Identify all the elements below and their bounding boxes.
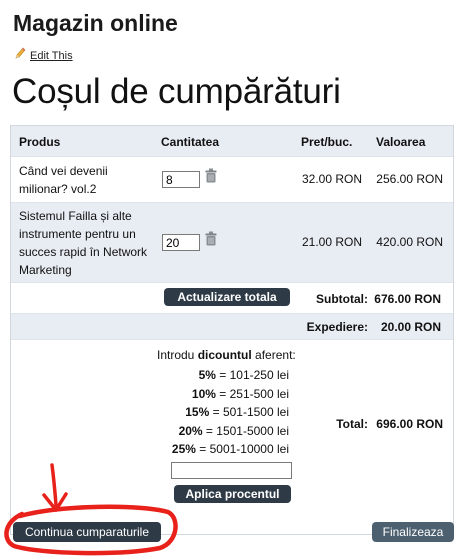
cart-table: Produs Cantitatea Pret/buc. Valoarea Cân… bbox=[10, 125, 454, 535]
discount-tier: 5% = 101-250 lei bbox=[172, 366, 289, 385]
edit-row: Edit This bbox=[14, 47, 73, 65]
discount-intro: Introdu dicountul aferent: bbox=[157, 348, 296, 362]
continue-shopping-button[interactable]: Continua cumparaturile bbox=[13, 522, 161, 542]
shipping-label: Expediere: bbox=[306, 320, 368, 334]
column-header-unit-price: Pret/buc. bbox=[301, 135, 353, 149]
discount-tier-pct: 15% bbox=[185, 405, 210, 419]
discount-tier: 15% = 501-1500 lei bbox=[172, 403, 289, 422]
line-value: 256.00 RON bbox=[376, 172, 443, 186]
cart-item-row: Sistemul Failla și alte instrumente pent… bbox=[11, 202, 453, 282]
subtotal-label: Subtotal: bbox=[316, 292, 368, 306]
discount-tier-range: = 5001-10000 lei bbox=[195, 442, 289, 456]
update-total-button[interactable]: Actualizare totala bbox=[164, 288, 290, 306]
cart-item-row: Când vei devenii milionar? vol.2 32.00 R… bbox=[11, 156, 453, 202]
edit-this-link[interactable]: Edit This bbox=[30, 50, 73, 62]
discount-intro-text: aferent: bbox=[251, 348, 296, 362]
product-name-line: succes rapid în Network bbox=[19, 245, 148, 259]
trash-icon[interactable] bbox=[205, 231, 217, 246]
subtotal-value: 676.00 RON bbox=[374, 292, 441, 306]
product-name-line: instrumente pentru un bbox=[19, 227, 136, 241]
product-name-line: Când vei devenii bbox=[19, 164, 108, 178]
quantity-input[interactable] bbox=[162, 171, 200, 188]
column-header-quantity: Cantitatea bbox=[161, 135, 220, 149]
total-label: Total: bbox=[336, 417, 368, 431]
discount-tier-range: = 501-1500 lei bbox=[209, 405, 289, 419]
discount-tier-pct: 5% bbox=[198, 368, 216, 382]
site-title: Magazin online bbox=[13, 10, 178, 36]
pencil-icon bbox=[14, 47, 26, 65]
discount-tier: 20% = 1501-5000 lei bbox=[172, 422, 289, 441]
shipping-value: 20.00 RON bbox=[380, 320, 441, 334]
discount-code-input[interactable] bbox=[171, 462, 292, 479]
unit-price: 21.00 RON bbox=[301, 235, 362, 249]
total-value: 696.00 RON bbox=[376, 417, 443, 431]
product-name: Când vei devenii milionar? vol.2 bbox=[19, 162, 108, 198]
column-header-product: Produs bbox=[19, 135, 61, 149]
unit-price: 32.00 RON bbox=[301, 172, 362, 186]
discount-tiers: 5% = 101-250 lei 10% = 251-500 lei 15% =… bbox=[172, 366, 289, 459]
discount-intro-bold: dicountul bbox=[197, 348, 252, 362]
shipping-row: Expediere: 20.00 RON bbox=[11, 313, 453, 339]
discount-tier: 10% = 251-500 lei bbox=[172, 385, 289, 404]
discount-tier-range: = 101-250 lei bbox=[215, 368, 289, 382]
product-name: Sistemul Failla și alte instrumente pent… bbox=[19, 207, 147, 279]
discount-tier-range: = 251-500 lei bbox=[215, 386, 289, 401]
page-title: Coșul de cumpărături bbox=[12, 72, 341, 111]
product-name-line: Sistemul Failla și alte bbox=[19, 209, 132, 223]
discount-total-row: Introdu dicountul aferent: 5% = 101-250 … bbox=[11, 339, 453, 534]
product-name-line: Marketing bbox=[19, 263, 72, 277]
discount-intro-text: Introdu bbox=[157, 348, 198, 362]
line-value: 420.00 RON bbox=[376, 235, 443, 249]
column-header-value: Valoarea bbox=[376, 135, 426, 149]
product-name-line: milionar? vol.2 bbox=[19, 182, 97, 196]
discount-tier: 25% = 5001-10000 lei bbox=[172, 440, 289, 459]
cart-header-row: Produs Cantitatea Pret/buc. Valoarea bbox=[11, 126, 453, 156]
finish-order-button[interactable]: Finalizeaza bbox=[372, 522, 454, 542]
discount-tier-pct: 10% bbox=[191, 386, 216, 401]
apply-discount-button[interactable]: Aplica procentul bbox=[174, 485, 291, 503]
discount-tier-range: = 1501-5000 lei bbox=[202, 423, 289, 438]
quantity-input[interactable] bbox=[162, 234, 200, 251]
discount-tier-pct: 25% bbox=[171, 442, 196, 456]
discount-tier-pct: 20% bbox=[178, 423, 203, 438]
subtotal-row: Actualizare totala Subtotal: 676.00 RON bbox=[11, 282, 453, 313]
trash-icon[interactable] bbox=[205, 168, 217, 183]
